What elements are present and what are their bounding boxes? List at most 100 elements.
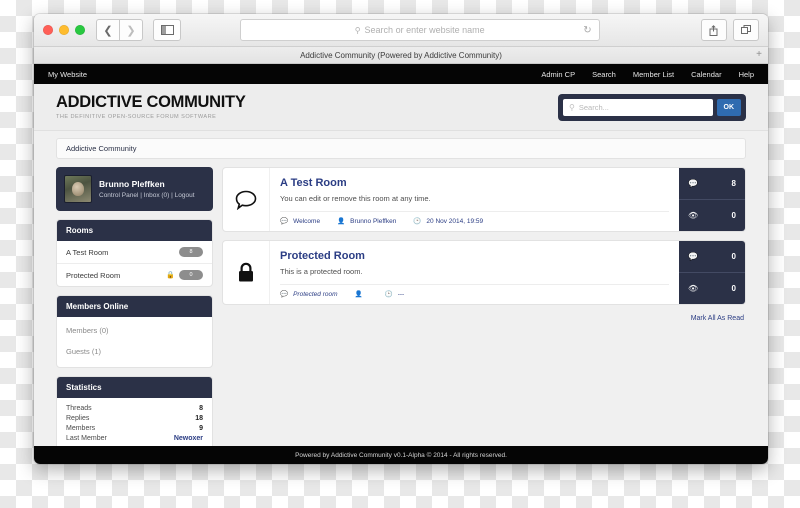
room-stats: 💬 0 👁 0 — [679, 241, 745, 305]
window-controls — [43, 25, 85, 35]
sidebar-room-meta: 8 — [179, 247, 203, 257]
minimize-window-button[interactable] — [59, 25, 69, 35]
room-card-protected-room[interactable]: Protected Room This is a protected room.… — [222, 240, 746, 306]
comment-icon: 💬 — [280, 218, 289, 226]
members-online-title: Members Online — [57, 296, 212, 317]
site-header: ADDICTIVE COMMUNITY THE DEFINITIVE OPEN-… — [34, 84, 768, 131]
user-name: Brunno Pleffken — [99, 178, 165, 189]
room-body: Protected Room This is a protected room.… — [270, 241, 679, 304]
sidebar: Brunno Pleffken Control Panel | Inbox (0… — [56, 167, 213, 450]
nav-item-search[interactable]: Search — [592, 70, 616, 79]
sidebar-item-protected-room[interactable]: Protected Room 🔒 0 — [57, 264, 212, 286]
search-input[interactable]: ⚲ Search... — [563, 98, 713, 116]
stat-row-members: Members 9 — [57, 423, 212, 433]
statistics-list: Threads 8 Replies 18 Members 9 Last Memb… — [57, 398, 212, 449]
user-links[interactable]: Control Panel | Inbox (0) | Logout — [99, 192, 195, 199]
browser-toolbar: ❮ ❯ ⚲ Search or enter website name ↻ — [34, 14, 768, 47]
page-content: My Website Admin CP Search Member List C… — [34, 64, 768, 464]
stat-row-threads: Threads 8 — [57, 403, 212, 413]
user-info: Brunno Pleffken Control Panel | Inbox (0… — [99, 179, 195, 199]
share-button[interactable] — [700, 19, 727, 41]
sidebar-room-label: A Test Room — [66, 247, 109, 257]
header-search: ⚲ Search... OK — [558, 93, 746, 121]
user-panel: Brunno Pleffken Control Panel | Inbox (0… — [56, 167, 213, 211]
list-item[interactable]: Guests (1) — [57, 341, 212, 362]
clock-icon: 🕑 — [413, 218, 422, 226]
mark-all-as-read-link[interactable]: Mark All As Read — [222, 313, 746, 322]
nav-item-calendar[interactable]: Calendar — [691, 70, 721, 79]
site-footer: Powered by Addictive Community v0.1-Alph… — [34, 446, 768, 464]
room-card-a-test-room[interactable]: A Test Room You can edit or remove this … — [222, 167, 746, 233]
navigation-buttons: ❮ ❯ — [96, 19, 143, 41]
search-icon: ⚲ — [569, 102, 575, 112]
browser-window: ❮ ❯ ⚲ Search or enter website name ↻ Add… — [34, 14, 768, 464]
sidebar-toggle-button[interactable] — [153, 19, 181, 41]
active-tab-title[interactable]: Addictive Community (Powered by Addictiv… — [300, 51, 502, 60]
room-threads-stat: 💬 0 — [679, 241, 745, 273]
room-last-thread: Protected room — [293, 290, 338, 298]
statistics-panel: Statistics Threads 8 Replies 18 Members — [56, 376, 213, 450]
nav-item-admin-cp[interactable]: Admin CP — [541, 70, 575, 79]
toolbar-right-buttons — [700, 19, 759, 41]
site-logo[interactable]: ADDICTIVE COMMUNITY THE DEFINITIVE OPEN-… — [56, 94, 246, 120]
room-icon-wrapper — [223, 241, 270, 305]
room-title[interactable]: Protected Room — [280, 250, 669, 262]
forward-button[interactable]: ❯ — [120, 19, 143, 41]
logo-subtitle: THE DEFINITIVE OPEN-SOURCE FORUM SOFTWAR… — [56, 113, 217, 120]
page-body: Brunno Pleffken Control Panel | Inbox (0… — [34, 159, 768, 450]
eye-icon: 👁 — [688, 284, 699, 294]
back-button[interactable]: ❮ — [96, 19, 120, 41]
room-last-thread[interactable]: Welcome — [293, 218, 320, 225]
room-icon-wrapper — [223, 168, 270, 232]
nav-my-website[interactable]: My Website — [48, 70, 87, 79]
show-tabs-button[interactable] — [732, 19, 759, 41]
comments-icon: 💬 — [688, 252, 698, 262]
search-input-placeholder: Search... — [578, 102, 609, 112]
nav-item-member-list[interactable]: Member List — [633, 70, 674, 79]
clock-icon: 🕑 — [384, 291, 393, 299]
footer-text: Powered by Addictive Community v0.1-Alph… — [295, 452, 507, 459]
sidebar-toggle-icon — [160, 25, 174, 35]
sidebar-room-count: 0 — [179, 270, 203, 280]
stat-label: Replies — [66, 414, 90, 422]
nav-item-help[interactable]: Help — [739, 70, 754, 79]
share-icon — [709, 24, 718, 36]
members-online-list: Members (0) Guests (1) — [57, 317, 212, 367]
search-submit-button[interactable]: OK — [716, 98, 741, 116]
stat-row-last-member: Last Member Newoxer — [57, 433, 212, 443]
statistics-title: Statistics — [57, 377, 212, 398]
stat-label: Threads — [66, 404, 92, 412]
stat-value: 8 — [199, 404, 203, 412]
room-last-date: --- — [397, 290, 405, 298]
breadcrumb[interactable]: Addictive Community — [56, 138, 746, 159]
room-last-date: 20 Nov 2014, 19:59 — [426, 217, 484, 225]
sidebar-item-a-test-room[interactable]: A Test Room 8 — [57, 241, 212, 264]
browser-tab-bar: Addictive Community (Powered by Addictiv… — [34, 47, 768, 64]
maximize-window-button[interactable] — [75, 25, 85, 35]
room-body: A Test Room You can edit or remove this … — [270, 168, 679, 231]
room-views-stat: 👁 0 — [679, 272, 745, 305]
room-title[interactable]: A Test Room — [280, 177, 669, 189]
rooms-panel: Rooms A Test Room 8 Protected Room 🔒 0 — [56, 219, 213, 287]
comments-icon: 💬 — [688, 179, 698, 189]
room-threads-count: 8 — [731, 179, 736, 189]
avatar[interactable] — [64, 175, 92, 203]
stat-value: 18 — [195, 414, 203, 422]
sidebar-room-meta: 🔒 0 — [166, 270, 203, 280]
user-icon: 👤 — [337, 218, 346, 226]
new-tab-button[interactable]: + — [756, 50, 762, 60]
tabs-icon — [740, 25, 751, 34]
address-bar-placeholder: Search or enter website name — [364, 25, 485, 35]
stat-label: Last Member — [66, 434, 107, 442]
room-views-stat: 👁 0 — [679, 199, 745, 232]
user-icon: 👤 — [354, 291, 363, 299]
nav-links: Admin CP Search Member List Calendar Hel… — [541, 70, 754, 79]
last-member-link[interactable]: Newoxer — [174, 435, 203, 442]
reload-icon[interactable]: ↻ — [583, 25, 591, 36]
list-item[interactable]: Members (0) — [57, 320, 212, 341]
room-last-author[interactable]: Brunno Pleffken — [350, 218, 396, 225]
close-window-button[interactable] — [43, 25, 53, 35]
address-bar[interactable]: ⚲ Search or enter website name ↻ — [239, 19, 600, 41]
comment-icon: 💬 — [280, 291, 289, 299]
room-views-count: 0 — [731, 284, 736, 294]
